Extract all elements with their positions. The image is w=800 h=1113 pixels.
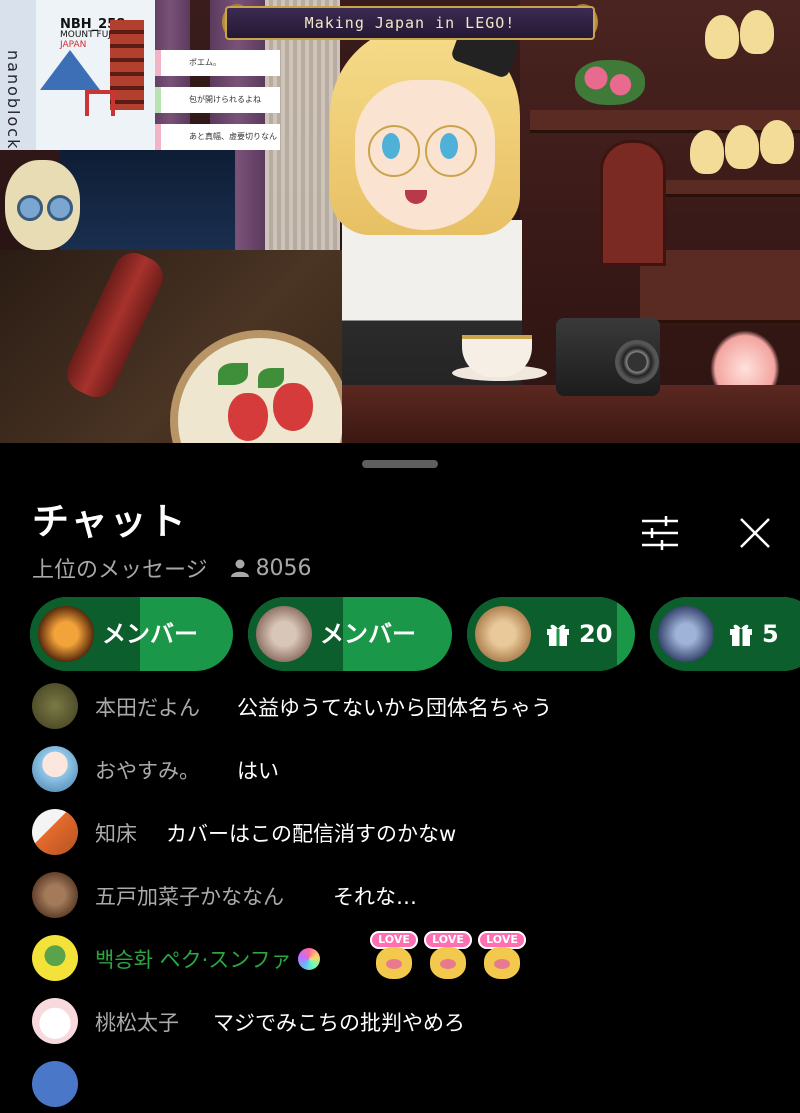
- sheep-eye: [17, 195, 43, 221]
- shelf: [650, 180, 800, 197]
- chat-message[interactable]: 本田だよん 公益ゆうてないから団体名ちゃう: [0, 679, 800, 735]
- camera-lens: [615, 340, 659, 384]
- video-player[interactable]: nanoblock NBH_258 MOUNT FUJI JAPAN ポエム。 …: [0, 0, 800, 443]
- box-side: nanoblock: [0, 0, 36, 150]
- leaf: [258, 368, 284, 388]
- message-text: カバーはこの配信消すのかなw: [166, 822, 457, 846]
- author-avatar[interactable]: [32, 683, 78, 729]
- author-name-text: 백승화 ペク·スンファ: [95, 948, 292, 972]
- sheep-eye: [47, 195, 73, 221]
- chat-message[interactable]: 桃松太子 マジでみこちの批判やめろ: [0, 994, 800, 1050]
- ticker-chip-gift[interactable]: 20: [467, 597, 635, 671]
- lotus-lamp: [710, 330, 780, 385]
- doll: [705, 15, 739, 59]
- chip-avatar: [658, 606, 714, 662]
- doll: [690, 130, 724, 174]
- chip-avatar: [475, 606, 531, 662]
- chat-title: チャット: [32, 500, 188, 543]
- author-name[interactable]: 知床: [95, 818, 137, 848]
- avatar-glasses: [368, 125, 420, 177]
- gift-icon: [730, 624, 752, 646]
- author-name[interactable]: 本田だよん: [95, 692, 200, 722]
- pig-icon: [430, 947, 466, 979]
- love-sticker: LOVE: [370, 931, 418, 981]
- author-avatar[interactable]: [32, 809, 78, 855]
- message-text: 公益ゆうてないから団体名ちゃう: [237, 696, 552, 720]
- person-icon: [230, 559, 249, 577]
- doll: [725, 125, 759, 169]
- chip-gift-count: 5: [762, 620, 779, 648]
- nanoblock-box: nanoblock NBH_258 MOUNT FUJI JAPAN: [0, 0, 155, 150]
- love-sticker: LOVE: [424, 931, 472, 981]
- message-text: それな…: [333, 885, 417, 909]
- ticker-chip-gift[interactable]: 5: [650, 597, 800, 671]
- member-badge-icon: [297, 948, 320, 970]
- love-sticker: LOVE: [478, 931, 526, 981]
- chat-mode-row[interactable]: 上位のメッセージ 8056: [32, 552, 312, 584]
- note: 包が開けられるよね: [155, 87, 280, 113]
- ticker-chip-member[interactable]: メンバー: [248, 597, 452, 671]
- note: あと真幅、虚要切りなん: [155, 124, 280, 150]
- author-avatar[interactable]: [32, 1061, 78, 1107]
- viewer-count-value: 8056: [255, 555, 312, 581]
- chip-gift-count: 20: [579, 620, 613, 648]
- author-name-member[interactable]: 백승화 ペク·スンファ: [95, 944, 320, 974]
- author-name[interactable]: おやすみ。: [95, 755, 200, 785]
- close-icon[interactable]: [735, 513, 775, 553]
- author-name[interactable]: 桃松太子: [95, 1007, 179, 1037]
- shelf: [530, 110, 800, 133]
- pig-icon: [376, 947, 412, 979]
- chip-label: メンバー: [320, 620, 416, 648]
- chip-avatar: [256, 606, 312, 662]
- author-avatar[interactable]: [32, 746, 78, 792]
- viewer-count: 8056: [230, 556, 312, 581]
- chat-message-partial[interactable]: [0, 1057, 800, 1113]
- super-chat-ticker: メンバー メンバー 20 5: [0, 597, 800, 671]
- close-icon-svg: [740, 518, 770, 548]
- strawberry: [228, 393, 268, 441]
- sliders-icon-svg: [642, 516, 678, 550]
- avatar-glasses: [425, 125, 477, 177]
- chat-mode-label: 上位のメッセージ: [32, 558, 208, 583]
- doll: [760, 120, 794, 164]
- chat-panel: チャット 上位のメッセージ 8056 メンバー メンバー 20 5 本田だよん …: [0, 443, 800, 1107]
- flower-pot: [575, 60, 645, 105]
- gift-icon: [547, 624, 569, 646]
- stream-title-banner: Making Japan in LEGO!: [225, 6, 595, 40]
- chat-message-member[interactable]: 백승화 ペク·スンファ LOVE LOVE LOVE: [0, 931, 800, 987]
- sliders-icon[interactable]: [640, 513, 680, 553]
- note: ポエム。: [155, 50, 280, 76]
- pig-icon: [484, 947, 520, 979]
- leaf: [218, 363, 248, 385]
- chat-message[interactable]: 知床 カバーはこの配信消すのかなw: [0, 805, 800, 861]
- pagoda-model: [110, 20, 144, 110]
- author-avatar[interactable]: [32, 935, 78, 981]
- message-text: はい: [237, 759, 279, 783]
- doll: [740, 10, 774, 54]
- chat-message[interactable]: おやすみ。 はい: [0, 742, 800, 798]
- chip-label: メンバー: [102, 620, 198, 648]
- sheep-mascot: [5, 160, 80, 250]
- fuji-model: [40, 50, 100, 90]
- author-avatar[interactable]: [32, 998, 78, 1044]
- night-window: [60, 150, 235, 250]
- torii-model: [85, 90, 115, 116]
- author-avatar[interactable]: [32, 872, 78, 918]
- author-name[interactable]: 五戸加菜子かななん: [95, 881, 284, 911]
- ticker-chip-member[interactable]: メンバー: [30, 597, 233, 671]
- arch-door: [600, 140, 666, 266]
- chip-avatar: [38, 606, 94, 662]
- message-text: マジでみこちの批判やめろ: [213, 1011, 465, 1035]
- strawberry: [273, 383, 313, 431]
- chat-message[interactable]: 五戸加菜子かななん それな…: [0, 868, 800, 924]
- box-brand: nanoblock: [4, 50, 23, 151]
- drag-handle[interactable]: [362, 460, 438, 468]
